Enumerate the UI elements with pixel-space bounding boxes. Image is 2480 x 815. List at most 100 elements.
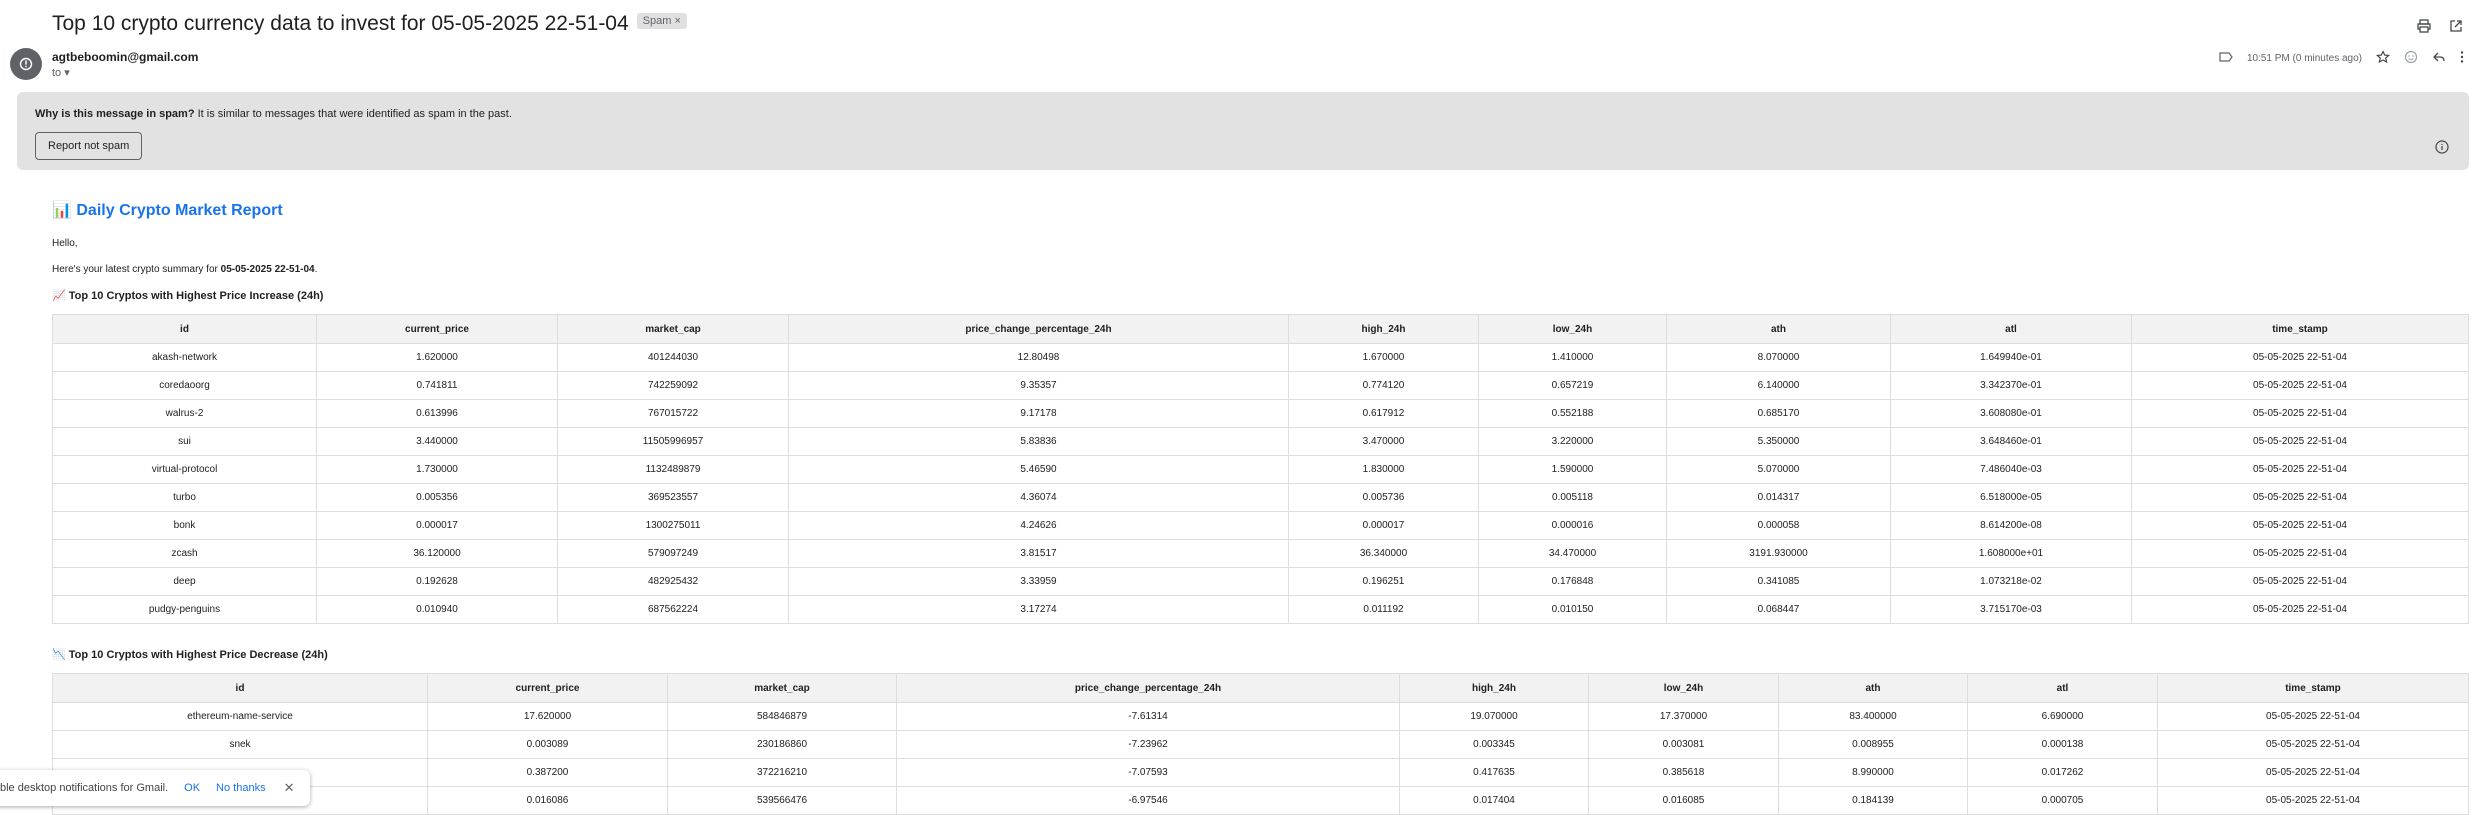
table-cell: 3.33959 bbox=[788, 567, 1289, 596]
column-header: current_price bbox=[316, 314, 558, 344]
table-row: coredaoorg 0.741811 742259092 9.35357 0.7741… bbox=[52, 371, 2469, 400]
desktop-notification-toast: ble desktop notifications for Gmail. OK … bbox=[0, 770, 310, 806]
report-not-spam-button[interactable]: Report not spam bbox=[35, 132, 143, 160]
bar-chart-icon: 📊 bbox=[52, 202, 72, 219]
label-icon[interactable] bbox=[2219, 52, 2233, 65]
table-row: zcash 36.120000 579097249 3.81517 36.340000 3… bbox=[52, 539, 2469, 568]
table-cell: 0.617912 bbox=[1288, 399, 1479, 428]
table-row: bonk 0.000017 1300275011 4.24626 0.000017 0.0… bbox=[52, 511, 2469, 540]
table-cell: 3.648460e-01 bbox=[1890, 427, 2132, 456]
print-icon[interactable] bbox=[2416, 18, 2432, 34]
table-cell: 0.552188 bbox=[1478, 399, 1667, 428]
message-meta: 10:51 PM (0 minutes ago) bbox=[2219, 50, 2464, 67]
star-icon[interactable] bbox=[2375, 50, 2391, 67]
table-cell: 0.005356 bbox=[316, 483, 558, 512]
table-cell: 0.774120 bbox=[1288, 371, 1479, 400]
close-icon[interactable]: ✕ bbox=[284, 780, 295, 796]
summary-prefix: Here's your latest crypto summary for bbox=[52, 264, 218, 275]
table-cell: 9.17178 bbox=[788, 399, 1289, 428]
table-cell: 0.017262 bbox=[1967, 758, 2158, 787]
table-cell: 0.000058 bbox=[1666, 511, 1891, 540]
table-row: 0.387200 372216210 -7.07593 0.417635 0.38561… bbox=[52, 758, 2469, 787]
table-cell: 0.741811 bbox=[316, 371, 558, 400]
spam-chip-label: Spam bbox=[642, 15, 672, 28]
email-header: Top 10 crypto currency data to invest fo… bbox=[0, 0, 2480, 50]
info-icon[interactable] bbox=[2435, 140, 2449, 159]
toast-ok-button[interactable]: OK bbox=[184, 782, 200, 794]
table-cell: 6.690000 bbox=[1967, 702, 2158, 731]
table-cell: 6.518000e-05 bbox=[1890, 483, 2132, 512]
table-cell: 0.196251 bbox=[1288, 567, 1479, 596]
table-cell: 36.340000 bbox=[1288, 539, 1479, 568]
table-cell: 1132489879 bbox=[557, 455, 789, 484]
reply-icon[interactable] bbox=[2432, 50, 2446, 67]
table-cell: 34.470000 bbox=[1478, 539, 1667, 568]
table-cell: 1.608000e+01 bbox=[1890, 539, 2132, 568]
table-cell: 12.80498 bbox=[788, 343, 1289, 372]
table-cell: 05-05-2025 22-51-04 bbox=[2131, 455, 2469, 484]
summary-line: Here's your latest crypto summary for 05… bbox=[52, 264, 2468, 275]
table-cell: 0.008955 bbox=[1778, 730, 1968, 759]
table-cell: 6.140000 bbox=[1666, 371, 1891, 400]
table-cell: 7.486040e-03 bbox=[1890, 455, 2132, 484]
table-cell: 0.000017 bbox=[1288, 511, 1479, 540]
chevron-down-icon[interactable]: ▾ bbox=[64, 67, 70, 79]
table-row: akash-network 1.620000 401244030 12.80498 1.… bbox=[52, 343, 2469, 372]
column-header: ath bbox=[1666, 314, 1891, 344]
table-cell: 742259092 bbox=[557, 371, 789, 400]
sender-avatar[interactable] bbox=[10, 48, 42, 80]
table-cell: 401244030 bbox=[557, 343, 789, 372]
table-cell: 05-05-2025 22-51-04 bbox=[2131, 483, 2469, 512]
table-row: 0.016086 539566476 -6.97546 0.017404 0.01608… bbox=[52, 786, 2469, 815]
table-cell: 0.000017 bbox=[316, 511, 558, 540]
close-icon[interactable]: × bbox=[674, 15, 680, 27]
table-cell: 05-05-2025 22-51-04 bbox=[2131, 595, 2469, 624]
recipient-line[interactable]: to ▾ bbox=[52, 66, 70, 79]
table-cell: 83.400000 bbox=[1778, 702, 1968, 731]
spam-explanation: Why is this message in spam? It is simil… bbox=[35, 108, 512, 120]
table-cell: 0.014317 bbox=[1666, 483, 1891, 512]
table-cell: 5.070000 bbox=[1666, 455, 1891, 484]
table-cell: coredaoorg bbox=[52, 371, 317, 400]
more-options-icon[interactable] bbox=[2460, 50, 2464, 67]
decrease-title-text: Top 10 Cryptos with Highest Price Decrea… bbox=[68, 649, 328, 661]
decrease-section-title: 📉 Top 10 Cryptos with Highest Price Decr… bbox=[52, 648, 2468, 661]
column-header: price_change_percentage_24h bbox=[788, 314, 1289, 344]
open-in-new-window-icon[interactable] bbox=[2448, 18, 2464, 34]
report-title: 📊 Daily Crypto Market Report bbox=[52, 200, 2468, 222]
spam-reason: It is similar to messages that were iden… bbox=[197, 108, 512, 120]
table-cell: walrus-2 bbox=[52, 399, 317, 428]
sender-email[interactable]: agtbeboomin@gmail.com bbox=[52, 50, 198, 64]
table-cell: 0.657219 bbox=[1478, 371, 1667, 400]
emoji-icon[interactable] bbox=[2404, 50, 2418, 67]
table-cell: 11505996957 bbox=[557, 427, 789, 456]
table-cell: 05-05-2025 22-51-04 bbox=[2157, 730, 2469, 759]
column-header: low_24h bbox=[1588, 673, 1779, 703]
table-cell: 0.341085 bbox=[1666, 567, 1891, 596]
column-header: market_cap bbox=[557, 314, 789, 344]
spam-question: Why is this message in spam? bbox=[35, 108, 195, 120]
spam-label-chip[interactable]: Spam × bbox=[636, 13, 687, 30]
to-label: to bbox=[52, 67, 62, 79]
table-cell: 3.220000 bbox=[1478, 427, 1667, 456]
table-cell: 8.614200e-08 bbox=[1890, 511, 2132, 540]
table-cell: 0.016086 bbox=[427, 786, 668, 815]
table-cell: pudgy-penguins bbox=[52, 595, 317, 624]
table-cell: 0.000138 bbox=[1967, 730, 2158, 759]
toast-no-thanks-button[interactable]: No thanks bbox=[216, 782, 266, 794]
table-row: sui 3.440000 11505996957 5.83836 3.470000 3.2… bbox=[52, 427, 2469, 456]
table-cell: 0.005736 bbox=[1288, 483, 1479, 512]
table-cell: 19.070000 bbox=[1399, 702, 1589, 731]
table-cell: virtual-protocol bbox=[52, 455, 317, 484]
table-cell: 0.010150 bbox=[1478, 595, 1667, 624]
table-cell: 05-05-2025 22-51-04 bbox=[2131, 567, 2469, 596]
table-row: deep 0.192628 482925432 3.33959 0.196251 0.17… bbox=[52, 567, 2469, 596]
table-cell: 0.000705 bbox=[1967, 786, 2158, 815]
table-cell: 1.620000 bbox=[316, 343, 558, 372]
greeting: Hello, bbox=[52, 238, 78, 249]
table-cell: 0.417635 bbox=[1399, 758, 1589, 787]
table-cell: 1.590000 bbox=[1478, 455, 1667, 484]
table-cell: 3.440000 bbox=[316, 427, 558, 456]
table-cell: 3.470000 bbox=[1288, 427, 1479, 456]
table-row: turbo 0.005356 369523557 4.36074 0.005736 0.0… bbox=[52, 483, 2469, 512]
